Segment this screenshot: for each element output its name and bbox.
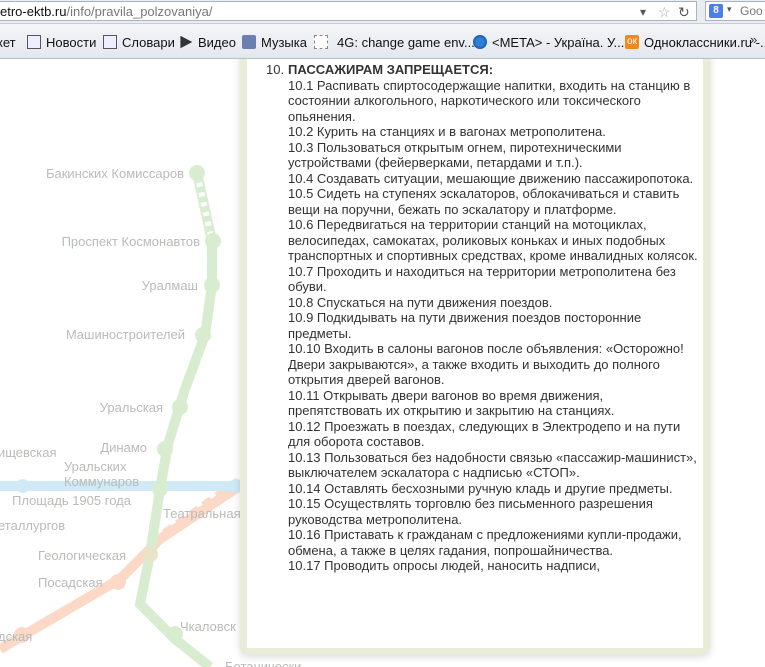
station-label: Динамо bbox=[100, 440, 147, 455]
rules-popup: 10. ПАССАЖИРАМ ЗАПРЕЩАЕТСЯ: 10.1 Распива… bbox=[240, 59, 710, 655]
bookmark-label: <META> - Україна. У... bbox=[492, 34, 625, 50]
bookmark-item[interactable]: 4G: change game env... bbox=[314, 33, 475, 51]
station-dot bbox=[110, 574, 126, 590]
bookmarks-bar: кет Новости Словари Видео Музыка 4G: cha… bbox=[0, 24, 765, 59]
station-dot bbox=[172, 399, 188, 415]
rules-heading: ПАССАЖИРАМ ЗАПРЕЩАЕТСЯ: bbox=[288, 62, 494, 77]
rule-item: 10.12 Проезжать в поездах, следующих в Э… bbox=[288, 418, 681, 450]
station-label: Проспект Космонавтов bbox=[61, 234, 200, 249]
page-content: Бакинских Комиссаров Проспект Космонавто… bbox=[0, 59, 765, 667]
bookmark-item[interactable]: Новости bbox=[27, 33, 96, 51]
station-dot bbox=[157, 441, 173, 457]
station-label: Геологическая bbox=[38, 548, 127, 563]
rule-number: 10. bbox=[266, 62, 285, 77]
rule-item: 10.15 Осуществлять торговлю без письменн… bbox=[288, 496, 653, 527]
search-text[interactable]: Goo bbox=[740, 4, 763, 18]
url-host: etro-ektb.ru bbox=[0, 4, 67, 19]
bookmark-label: кет bbox=[0, 34, 16, 50]
search-engine-icon[interactable]: 8 bbox=[709, 4, 723, 18]
station-label: Бакинских Комиссаров bbox=[45, 166, 184, 181]
station-label: Площадь 1905 года bbox=[12, 493, 131, 508]
search-box[interactable]: 8 ▾ Goo bbox=[705, 1, 765, 21]
document-icon bbox=[103, 35, 117, 49]
station-dot bbox=[152, 481, 168, 497]
rule-item: 10.8 Спускаться на пути движения поездов… bbox=[288, 294, 553, 310]
play-icon bbox=[180, 35, 193, 49]
bookmark-label: Музыка bbox=[261, 34, 307, 50]
station-label: Посадская bbox=[38, 575, 103, 590]
rule-item: 10.7 Проходить и находиться на территори… bbox=[288, 263, 676, 295]
rule-item: 10.6 Передвигаться на территории станций… bbox=[288, 217, 698, 263]
station-label: Уральских bbox=[64, 459, 127, 474]
rule-item: 10.3 Пользоваться открытым огнем, пироте… bbox=[288, 139, 622, 171]
bookmark-label: Словари bbox=[122, 34, 175, 50]
rule-item: 10.16 Приставать к гражданам с предложен… bbox=[288, 527, 682, 558]
station-dot bbox=[142, 546, 158, 562]
rule-item: 10.1 Распивать спиртосодержащие напитки,… bbox=[288, 77, 691, 124]
station-label: Уральская bbox=[99, 400, 163, 415]
station-label: Уралмаш bbox=[141, 278, 198, 293]
more-bookmarks-icon[interactable]: » bbox=[750, 32, 757, 47]
station-dot bbox=[189, 165, 205, 181]
bookmark-item[interactable]: кет bbox=[0, 33, 16, 51]
rule-item: 10.17 Проводить опросы людей, наносить н… bbox=[288, 558, 600, 573]
dropdown-arrow-icon[interactable]: ▾ bbox=[640, 4, 646, 20]
station-label: Театральная bbox=[163, 506, 241, 521]
bookmark-label: Видео bbox=[198, 34, 236, 50]
document-icon bbox=[27, 35, 41, 49]
rules-content: 10. ПАССАЖИРАМ ЗАПРЕЩАЕТСЯ: 10.1 Распива… bbox=[266, 62, 698, 574]
station-dot bbox=[205, 233, 221, 249]
station-dot bbox=[204, 277, 220, 293]
bookmark-item[interactable]: Музыка bbox=[242, 33, 307, 51]
url-text[interactable]: etro-ektb.ru/info/pravila_polzovaniya/ bbox=[0, 4, 212, 19]
station-label: дская bbox=[0, 629, 33, 644]
rule-item: 10.4 Создавать ситуации, мешающие движен… bbox=[288, 170, 694, 186]
station-dot bbox=[16, 479, 30, 493]
address-bar[interactable]: etro-ektb.ru/info/pravila_polzovaniya/ ▾… bbox=[0, 1, 697, 21]
rule-item: 10.2 Курить на станциях и в вагонах метр… bbox=[288, 124, 606, 139]
rule-item: 10.5 Сидеть на ступенях эскалаторов, обл… bbox=[288, 186, 680, 217]
station-label: Чкаловск bbox=[180, 619, 236, 634]
rule-item: 10.14 Оставлять бесхозными ручную кладь … bbox=[288, 480, 673, 496]
rule-item: 10.13 Пользоваться без надобности связью… bbox=[288, 449, 697, 481]
browser-toolbar: etro-ektb.ru/info/pravila_polzovaniya/ ▾… bbox=[0, 0, 765, 24]
bookmark-item[interactable]: Видео bbox=[179, 33, 236, 51]
blank-page-icon bbox=[314, 35, 328, 49]
station-dot bbox=[195, 327, 211, 343]
bookmark-label: Новости bbox=[46, 34, 97, 50]
star-icon[interactable]: ☆ bbox=[658, 4, 671, 20]
chevron-down-icon[interactable]: ▾ bbox=[727, 4, 732, 15]
bookmark-item[interactable]: Словари bbox=[103, 33, 175, 51]
station-label: еталлургов bbox=[0, 518, 66, 533]
rule-item: 10.10 Входить в салоны вагонов после объ… bbox=[288, 341, 684, 387]
bookmark-item[interactable]: <META> - Україна. У... bbox=[473, 33, 624, 51]
reload-icon[interactable]: ↻ bbox=[678, 4, 690, 20]
odnoklassniki-icon: ок bbox=[625, 35, 639, 49]
station-label: Коммунаров bbox=[64, 474, 140, 489]
meta-flower-icon bbox=[473, 35, 487, 49]
bookmark-label: Одноклассники.ru -... bbox=[644, 34, 765, 50]
rule-item: 10.9 Подкидывать на пути движения поездо… bbox=[288, 310, 642, 341]
bookmark-label: 4G: change game env... bbox=[337, 34, 475, 50]
rule-item: 10.11 Открывать двери вагонов во время д… bbox=[288, 387, 615, 419]
station-label: Машиностроителей bbox=[65, 327, 185, 342]
station-label: ищевская bbox=[0, 445, 57, 460]
sound-icon bbox=[242, 35, 256, 49]
station-label: Ботанически bbox=[225, 659, 302, 667]
url-path: /info/pravila_polzovaniya/ bbox=[66, 4, 213, 19]
bookmark-item[interactable]: ок Одноклассники.ru -... bbox=[625, 33, 765, 51]
